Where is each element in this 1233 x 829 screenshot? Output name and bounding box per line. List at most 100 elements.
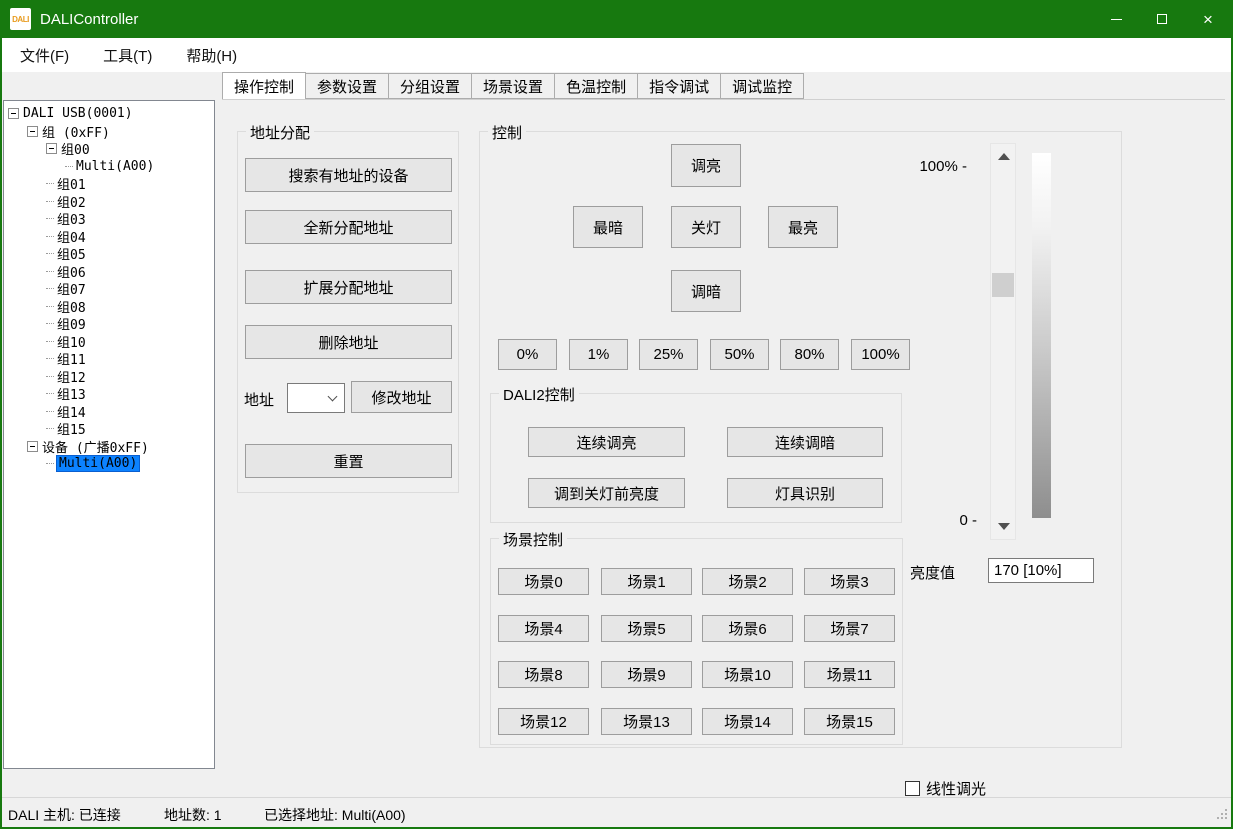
continuous-dim-up-button[interactable]: 连续调亮	[528, 427, 685, 457]
tab-parameter-settings[interactable]: 参数设置	[306, 73, 389, 99]
assign-new-addresses-button[interactable]: 全新分配地址	[245, 210, 452, 244]
brightness-value: 170 [10%]	[994, 562, 1062, 579]
scene-10-button[interactable]: 场景10	[702, 661, 793, 688]
tree-item-dali-usb[interactable]: DALI USB(0001)	[4, 105, 133, 123]
selected-tree-label: Multi(A00)	[57, 456, 139, 471]
goto-last-level-button[interactable]: 调到关灯前亮度	[528, 478, 685, 508]
tab-color-temp-control[interactable]: 色温控制	[555, 73, 638, 99]
percent-50-button[interactable]: 50%	[710, 339, 769, 370]
scene-8-button[interactable]: 场景8	[498, 661, 589, 688]
search-addressed-devices-button[interactable]: 搜索有地址的设备	[245, 158, 452, 192]
continuous-dim-down-button[interactable]: 连续调暗	[727, 427, 883, 457]
tree-item-device-broadcast[interactable]: 设备 (广播0xFF)	[4, 438, 149, 456]
percent-80-button[interactable]: 80%	[780, 339, 839, 370]
scene-12-button[interactable]: 场景12	[498, 708, 589, 735]
scroll-down-icon[interactable]	[998, 523, 1010, 530]
assign-extended-addresses-button[interactable]: 扩展分配地址	[245, 270, 452, 304]
dim-up-button[interactable]: 调亮	[671, 144, 741, 187]
tree-item-group02[interactable]: 组02	[4, 193, 86, 211]
expand-minus-icon[interactable]	[8, 108, 19, 119]
percent-25-button[interactable]: 25%	[639, 339, 698, 370]
tree-item-group-root[interactable]: 组 (0xFF)	[4, 123, 110, 141]
tab-operation-control[interactable]: 操作控制	[222, 72, 306, 99]
scene-15-button[interactable]: 场景15	[804, 708, 895, 735]
scene-13-button[interactable]: 场景13	[601, 708, 692, 735]
tree-item-group11[interactable]: 组11	[4, 350, 86, 368]
address-label: 地址	[244, 389, 274, 410]
scene-4-button[interactable]: 场景4	[498, 615, 589, 642]
tree-item-group13[interactable]: 组13	[4, 385, 86, 403]
dim-down-button[interactable]: 调暗	[671, 270, 741, 312]
scene-0-button[interactable]: 场景0	[498, 568, 589, 595]
scene-2-button[interactable]: 场景2	[702, 568, 793, 595]
tree-item-group14[interactable]: 组14	[4, 403, 86, 421]
close-icon: ×	[1203, 11, 1213, 28]
status-bar: DALI 主机: 已连接 地址数: 1 已选择地址: Multi(A00)	[0, 797, 1233, 827]
minimize-button[interactable]	[1093, 0, 1139, 38]
scene-9-button[interactable]: 场景9	[601, 661, 692, 688]
close-button[interactable]: ×	[1185, 0, 1231, 38]
slider-min-label: 0 -	[925, 512, 977, 529]
tree-item-group03[interactable]: 组03	[4, 210, 86, 228]
tree-item-group04[interactable]: 组04	[4, 228, 86, 246]
chevron-down-icon	[328, 392, 338, 402]
tree-item-group06[interactable]: 组06	[4, 263, 86, 281]
tree-item-multi-a00-group[interactable]: Multi(A00)	[4, 158, 154, 176]
percent-1-button[interactable]: 1%	[569, 339, 628, 370]
scene-11-button[interactable]: 场景11	[804, 661, 895, 688]
expand-minus-icon[interactable]	[46, 143, 57, 154]
scene-6-button[interactable]: 场景6	[702, 615, 793, 642]
tree-item-group09[interactable]: 组09	[4, 315, 86, 333]
slider-max-label: 100% -	[905, 158, 967, 175]
tab-command-debug[interactable]: 指令调试	[638, 73, 721, 99]
tab-debug-monitor[interactable]: 调试监控	[721, 73, 804, 99]
percent-100-button[interactable]: 100%	[851, 339, 910, 370]
brightness-scrollbar[interactable]	[990, 143, 1016, 540]
tree-item-group01[interactable]: 组01	[4, 175, 86, 193]
tab-grouping-settings[interactable]: 分组设置	[389, 73, 472, 99]
scroll-up-icon[interactable]	[998, 153, 1010, 160]
scene-7-button[interactable]: 场景7	[804, 615, 895, 642]
tree-item-group00[interactable]: 组00	[4, 140, 90, 158]
brightness-gradient-bar	[1032, 153, 1051, 518]
linear-dimming-checkbox-row[interactable]: 线性调光	[905, 778, 986, 799]
tree-item-group07[interactable]: 组07	[4, 280, 86, 298]
brightness-value-label: 亮度值	[910, 562, 955, 583]
tab-scene-settings[interactable]: 场景设置	[472, 73, 555, 99]
percent-0-button[interactable]: 0%	[498, 339, 557, 370]
menu-help[interactable]: 帮助(H)	[176, 38, 247, 72]
tree-item-group15[interactable]: 组15	[4, 420, 86, 438]
reset-button[interactable]: 重置	[245, 444, 452, 478]
minimize-icon	[1111, 19, 1122, 20]
scene-5-button[interactable]: 场景5	[601, 615, 692, 642]
app-window: DALI DALIController × 文件(F) 工具(T) 帮助(H) …	[0, 0, 1233, 829]
scrollbar-thumb[interactable]	[992, 273, 1014, 297]
scene-3-button[interactable]: 场景3	[804, 568, 895, 595]
checkbox-unchecked-icon[interactable]	[905, 781, 920, 796]
brightness-value-box[interactable]: 170 [10%]	[988, 558, 1094, 583]
menu-file[interactable]: 文件(F)	[10, 38, 79, 72]
address-combobox[interactable]	[287, 383, 345, 413]
tree-item-group05[interactable]: 组05	[4, 245, 86, 263]
expand-minus-icon[interactable]	[27, 441, 38, 452]
lamp-identify-button[interactable]: 灯具识别	[727, 478, 883, 508]
window-title: DALIController	[40, 0, 138, 38]
delete-address-button[interactable]: 删除地址	[245, 325, 452, 359]
tree-item-group12[interactable]: 组12	[4, 368, 86, 386]
menu-tools[interactable]: 工具(T)	[93, 38, 162, 72]
scene-1-button[interactable]: 场景1	[601, 568, 692, 595]
tree-item-group10[interactable]: 组10	[4, 333, 86, 351]
expand-minus-icon[interactable]	[27, 126, 38, 137]
resize-grip-icon[interactable]	[1215, 809, 1227, 821]
darkest-button[interactable]: 最暗	[573, 206, 643, 248]
status-address-count: 地址数: 1	[164, 805, 222, 825]
modify-address-button[interactable]: 修改地址	[351, 381, 452, 413]
maximize-icon	[1157, 14, 1167, 24]
brightest-button[interactable]: 最亮	[768, 206, 838, 248]
tab-page-top-border	[222, 99, 1225, 100]
tree-item-multi-a00-selected[interactable]: Multi(A00)	[4, 455, 139, 473]
light-off-button[interactable]: 关灯	[671, 206, 741, 248]
maximize-button[interactable]	[1139, 0, 1185, 38]
tree-item-group08[interactable]: 组08	[4, 298, 86, 316]
scene-14-button[interactable]: 场景14	[702, 708, 793, 735]
